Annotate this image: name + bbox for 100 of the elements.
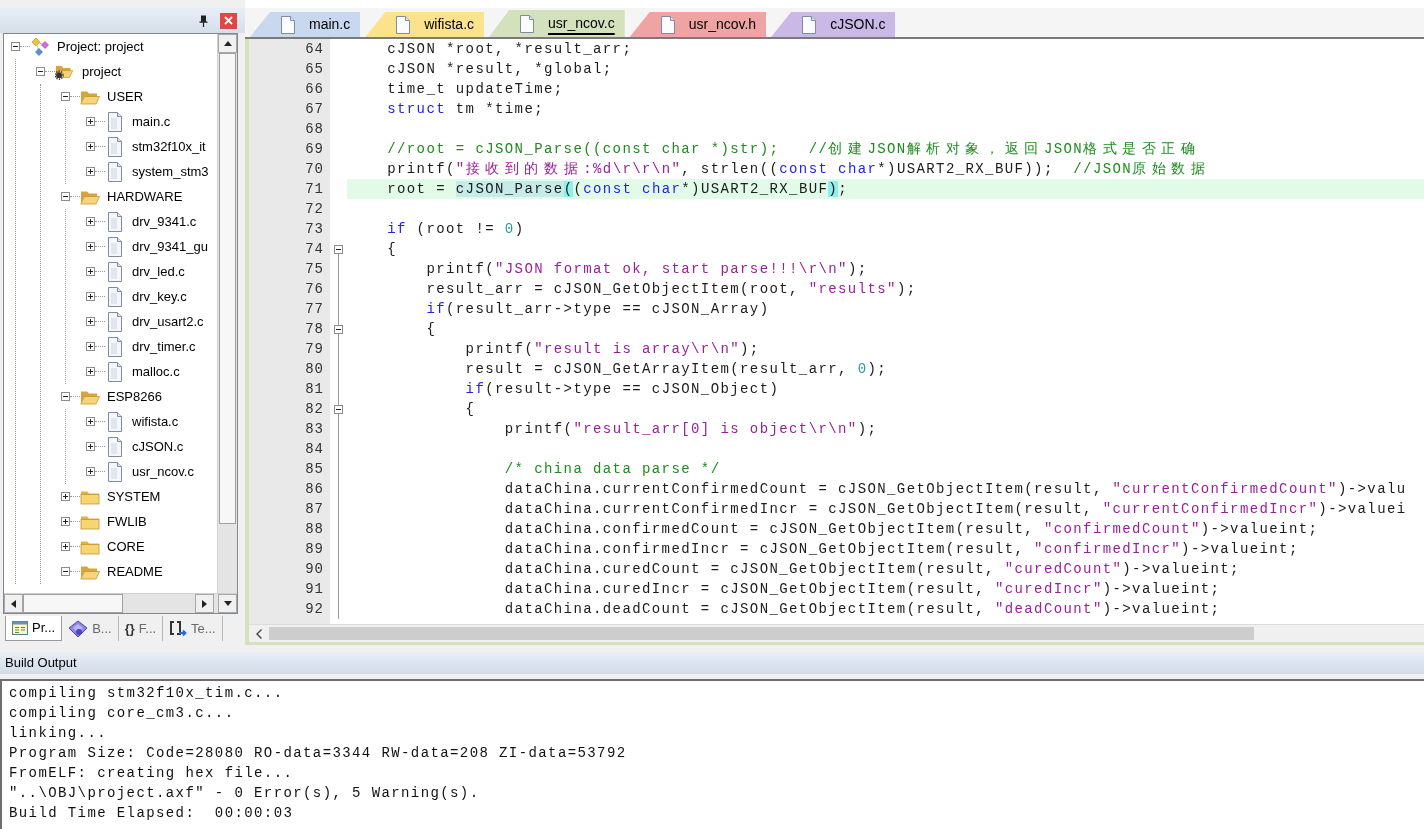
line-number: 86 — [305, 481, 324, 497]
code-line: { — [465, 401, 476, 417]
tree-item[interactable]: wifista.c — [132, 411, 179, 432]
tree-item[interactable]: usr_ncov.c — [132, 461, 194, 482]
tree-item[interactable]: ESP8266 — [107, 386, 162, 407]
tree-item[interactable]: Project: project — [57, 36, 144, 57]
panel-tab[interactable]: {} F... — [118, 616, 164, 641]
output-line: compiling stm32f10x_tim.c... — [9, 684, 284, 703]
expand-icon[interactable] — [61, 492, 70, 501]
collapse-icon[interactable] — [61, 567, 70, 576]
document-icon — [281, 15, 295, 34]
fold-icon[interactable] — [334, 404, 343, 414]
tree-item[interactable]: README — [107, 561, 163, 582]
scroll-down-button[interactable] — [218, 594, 237, 613]
collapse-icon[interactable] — [11, 42, 20, 51]
code-line: dataChina.currentConfirmedCount = cJSON_GetObjectItem(result, "currentConfirmedCount")->valu — [504, 481, 1407, 497]
line-number: 64 — [305, 41, 324, 57]
close-icon — [224, 16, 233, 25]
expand-icon[interactable] — [86, 142, 95, 151]
scroll-up-button[interactable] — [218, 34, 237, 53]
panel-tab[interactable]: B... — [62, 616, 119, 641]
expand-icon[interactable] — [86, 242, 95, 251]
line-number: 65 — [305, 61, 324, 77]
pin-icon[interactable] — [199, 14, 208, 27]
line-number: 85 — [305, 461, 324, 477]
editor-tab[interactable]: usr_ncov.h — [629, 12, 767, 37]
expand-icon[interactable] — [86, 117, 95, 126]
editor-tab[interactable]: main.c — [250, 12, 361, 37]
code-line: dataChina.curedIncr = cJSON_GetObjectItem(result, "curedIncr")->valueint; — [504, 581, 1221, 597]
scrollbar-thumb[interactable] — [219, 53, 236, 524]
document-icon — [108, 111, 122, 132]
tree-item[interactable]: project — [82, 61, 122, 82]
line-number: 91 — [305, 581, 324, 597]
tree-item[interactable]: drv_key.c — [132, 286, 187, 307]
tree-item[interactable]: FWLIB — [107, 511, 147, 532]
output-line: Build Time Elapsed: 00:00:03 — [9, 804, 294, 823]
line-number: 71 — [305, 181, 324, 197]
expand-icon[interactable] — [61, 517, 70, 526]
expand-icon[interactable] — [86, 167, 95, 176]
editor-tab[interactable]: usr_ncov.c — [489, 10, 625, 37]
code-line: if(result_arr->type == cJSON_Array) — [426, 301, 770, 317]
document-icon — [396, 15, 411, 34]
tree-item[interactable]: drv_9341_gu — [132, 236, 208, 257]
code-line: { — [387, 241, 397, 257]
editor-tab[interactable]: cJSON.c — [771, 12, 896, 37]
expand-icon[interactable] — [86, 417, 95, 426]
line-number: 68 — [305, 121, 324, 137]
expand-icon[interactable] — [86, 292, 95, 301]
collapse-icon[interactable] — [36, 67, 45, 76]
tree-item[interactable]: stm32f10x_it — [132, 136, 206, 157]
expand-icon[interactable] — [86, 317, 95, 326]
tree-item[interactable]: malloc.c — [132, 361, 180, 382]
code-line: if (root != 0) — [387, 221, 525, 237]
output-line: Program Size: Code=28080 RO-data=3344 RW-data=208 ZI-data=53792 — [9, 744, 627, 763]
collapse-icon[interactable] — [61, 192, 70, 201]
tree-item[interactable]: SYSTEM — [107, 486, 161, 507]
code-line: time_t updateTime; — [387, 81, 564, 97]
fold-icon[interactable] — [334, 244, 343, 254]
tree-item[interactable]: system_stm3 — [132, 161, 209, 182]
panel-tab[interactable]: Pr... — [5, 616, 63, 641]
code-line: struct tm *time; — [387, 101, 544, 117]
scrollbar-thumb[interactable] — [23, 594, 123, 613]
document-icon — [108, 236, 122, 257]
code-line: result_arr = cJSON_GetObjectItem(root, "results"); — [426, 281, 917, 297]
scrollbar-thumb[interactable] — [269, 627, 1254, 640]
expand-icon[interactable] — [86, 342, 95, 351]
tree-item[interactable]: drv_9341.c — [132, 211, 197, 232]
tree-item[interactable]: CORE — [107, 536, 145, 557]
up-triangle-icon — [223, 41, 232, 46]
panel-tab[interactable]: Te... — [163, 616, 223, 641]
tree-item[interactable]: HARDWARE — [107, 186, 183, 207]
tree-item[interactable]: drv_usart2.c — [132, 311, 204, 332]
line-number: 90 — [305, 561, 324, 577]
tree-item[interactable]: drv_timer.c — [132, 336, 196, 357]
expand-icon[interactable] — [86, 267, 95, 276]
code-line: if(result->type == cJSON_Object) — [465, 381, 780, 397]
scroll-left-button[interactable] — [4, 594, 23, 613]
document-icon — [108, 336, 122, 357]
close-button[interactable] — [220, 12, 237, 29]
output-line: FromELF: creating hex file... — [9, 764, 294, 783]
collapse-icon[interactable] — [61, 92, 70, 101]
expand-icon[interactable] — [86, 367, 95, 376]
editor-tab[interactable]: wifista.c — [365, 12, 485, 37]
expand-icon[interactable] — [86, 217, 95, 226]
scroll-right-button[interactable] — [195, 594, 214, 613]
collapse-icon[interactable] — [61, 392, 70, 401]
fold-icon[interactable] — [334, 324, 343, 334]
left-triangle-icon — [11, 599, 16, 608]
line-number: 75 — [305, 261, 324, 277]
tree-item[interactable]: USER — [107, 86, 144, 107]
expand-icon[interactable] — [86, 467, 95, 476]
line-number: 76 — [305, 281, 324, 297]
tree-item[interactable]: main.c — [132, 111, 171, 132]
tree-item[interactable]: drv_led.c — [132, 261, 185, 282]
line-number: 89 — [305, 541, 324, 557]
document-icon — [108, 136, 122, 157]
code-line: dataChina.deadCount = cJSON_GetObjectItem(result, "deadCount")->valueint; — [504, 601, 1221, 617]
expand-icon[interactable] — [86, 442, 95, 451]
tree-item[interactable]: cJSON.c — [132, 436, 184, 457]
expand-icon[interactable] — [61, 542, 70, 551]
